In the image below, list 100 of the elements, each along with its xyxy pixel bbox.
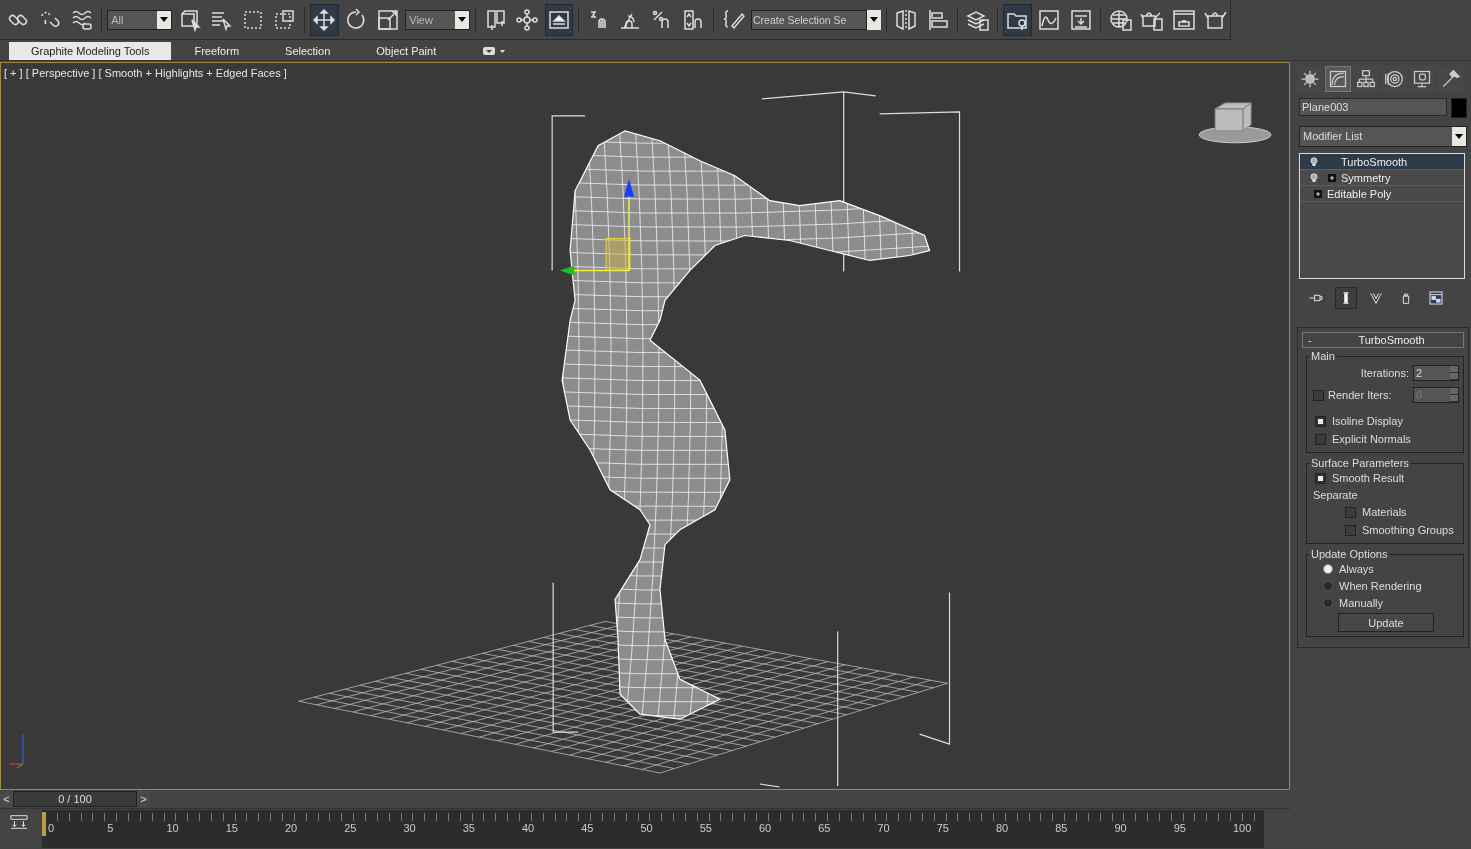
rollout-header[interactable]: - TurboSmooth — [1302, 332, 1464, 348]
radio-button[interactable] — [1323, 580, 1333, 591]
checkbox[interactable] — [1345, 506, 1356, 518]
next-frame-button[interactable]: > — [137, 791, 150, 807]
frame-number: 55 — [698, 822, 713, 836]
viewport-label[interactable]: [ + ] [ Perspective ] [ Smooth + Highlights + Edged Faces ] — [4, 67, 287, 79]
group-title: Update Options — [1310, 548, 1389, 560]
transform-gizmo-icon — [560, 178, 634, 276]
object-name-field[interactable]: Plane003 — [1299, 98, 1447, 116]
update-button[interactable]: Update — [1338, 613, 1434, 632]
modifier-name: Symmetry — [1341, 171, 1391, 184]
curve-square-icon — [1328, 69, 1348, 89]
checkbox[interactable] — [1345, 524, 1356, 536]
ribbon-tab[interactable]: Freeform — [171, 42, 263, 60]
frame-number: 25 — [343, 822, 358, 836]
radio-label: Manually — [1339, 596, 1384, 609]
modifier-name: TurboSmooth — [1341, 155, 1408, 168]
checkbox-label: Isoline Display — [1332, 415, 1403, 427]
modifier-stack-item[interactable]: Editable Poly — [1300, 186, 1464, 202]
time-slider[interactable]: < 0 / 100 > — [0, 791, 150, 807]
end-result-button[interactable] — [1335, 287, 1357, 309]
frame-number: 0 — [47, 822, 56, 836]
frame-number: 100 — [1232, 822, 1253, 836]
radio-label: When Rendering — [1339, 579, 1422, 592]
frame-counter: 0 / 100 — [13, 791, 137, 807]
radio-button[interactable] — [1323, 563, 1333, 574]
modifier-list-dropdown[interactable]: Modifier List — [1299, 126, 1467, 147]
checkbox[interactable] — [1315, 472, 1326, 484]
schematic-icon — [1068, 7, 1093, 32]
hammer-icon — [1440, 69, 1460, 89]
frame-number: 15 — [224, 822, 239, 836]
frame-number: 95 — [1172, 822, 1187, 836]
edit-sets-icon — [721, 7, 746, 32]
iterations-label: Iterations: — [1359, 367, 1410, 379]
frame-number: 5 — [106, 822, 115, 836]
iterations-spinner[interactable]: 2 — [1413, 365, 1459, 381]
modifier-stack-item[interactable]: Symmetry — [1300, 170, 1464, 186]
time-ruler[interactable]: 0 5 10 15 20 25 30 35 40 45 50 55 60 65 70 75 80 85 90 95 100 — [42, 810, 1264, 848]
frame-number: 75 — [935, 822, 950, 836]
expand-icon[interactable] — [1328, 173, 1336, 182]
frame-number: 70 — [876, 822, 891, 836]
modifier-name: Editable Poly — [1327, 187, 1392, 200]
frame-number: 40 — [521, 822, 536, 836]
caret-icon — [458, 17, 467, 22]
dropdown[interactable]: View — [405, 9, 471, 30]
radio-button[interactable] — [1323, 597, 1333, 608]
move-button[interactable] — [310, 3, 339, 36]
frame-number: 50 — [639, 822, 654, 836]
frame-number: 20 — [284, 822, 299, 836]
selection-set-field[interactable]: Create Selection Se — [751, 9, 867, 30]
checkbox[interactable] — [1315, 415, 1326, 427]
ribbon-tab[interactable]: Selection — [262, 42, 354, 60]
expand-icon[interactable] — [1314, 189, 1322, 198]
group-title: Surface Parameters — [1310, 457, 1410, 469]
curve-square-tab[interactable] — [1325, 66, 1351, 92]
checkbox[interactable] — [1315, 433, 1326, 445]
checkbox-label: Explicit Normals — [1332, 433, 1411, 445]
group-title: Main — [1310, 350, 1336, 362]
light-bulb-icon[interactable] — [1310, 156, 1318, 167]
radio-label: Always — [1339, 562, 1374, 575]
time-marker[interactable] — [42, 812, 46, 836]
mini-curve-editor-icon[interactable] — [8, 813, 30, 831]
ribbon-tab[interactable]: Object Paint — [353, 42, 460, 60]
viewport[interactable]: [ + ] [ Perspective ] [ Smooth + Highlights + Edged Faces ] — [0, 62, 1290, 790]
frame-number: 45 — [580, 822, 595, 836]
ribbon-tab[interactable]: Graphite Modeling Tools — [9, 42, 172, 60]
rollout-title: TurboSmooth — [1357, 334, 1426, 346]
render-iters-label: Render Iters: — [1327, 389, 1393, 401]
view-cube-icon — [1198, 102, 1272, 144]
scale-icon — [375, 7, 400, 32]
caret-icon — [160, 17, 169, 22]
upload-button[interactable] — [544, 3, 574, 36]
previous-frame-button[interactable]: < — [0, 791, 13, 807]
collapse-toggle[interactable]: - — [1303, 334, 1320, 346]
render-iters-checkbox[interactable] — [1313, 389, 1324, 401]
hierarchy-icon — [1356, 69, 1376, 89]
checkbox-label: Materials — [1362, 506, 1407, 518]
separate-label: Separate — [1313, 488, 1359, 503]
modifier-stack-item[interactable]: TurboSmooth — [1300, 154, 1464, 170]
window-crossing-icon — [272, 7, 297, 32]
folder-button[interactable] — [1003, 3, 1032, 36]
transform-gizmo-icon — [515, 7, 540, 32]
checkbox-label: Smoothing Groups — [1362, 524, 1454, 536]
frame-number: 90 — [1113, 822, 1128, 836]
checkbox-label: Smooth Result — [1332, 472, 1405, 484]
curve-editor-icon — [1037, 7, 1062, 32]
sun-icon — [1300, 69, 1320, 89]
object-color-swatch[interactable] — [1451, 98, 1467, 118]
dropdown[interactable]: All — [107, 9, 173, 30]
ribbon-options-icon[interactable] — [483, 46, 506, 56]
configure-icon — [1428, 290, 1444, 306]
teapot-window-icon — [1172, 7, 1197, 32]
frame-number: 85 — [1054, 822, 1069, 836]
frame-number: 10 — [165, 822, 180, 836]
axis-tripod-icon — [8, 733, 24, 769]
material-sphere-icon — [1108, 7, 1133, 32]
caret-icon — [1455, 134, 1463, 139]
light-bulb-icon[interactable] — [1310, 172, 1318, 183]
align-icon — [926, 7, 951, 32]
motion-target-icon — [1384, 69, 1404, 89]
